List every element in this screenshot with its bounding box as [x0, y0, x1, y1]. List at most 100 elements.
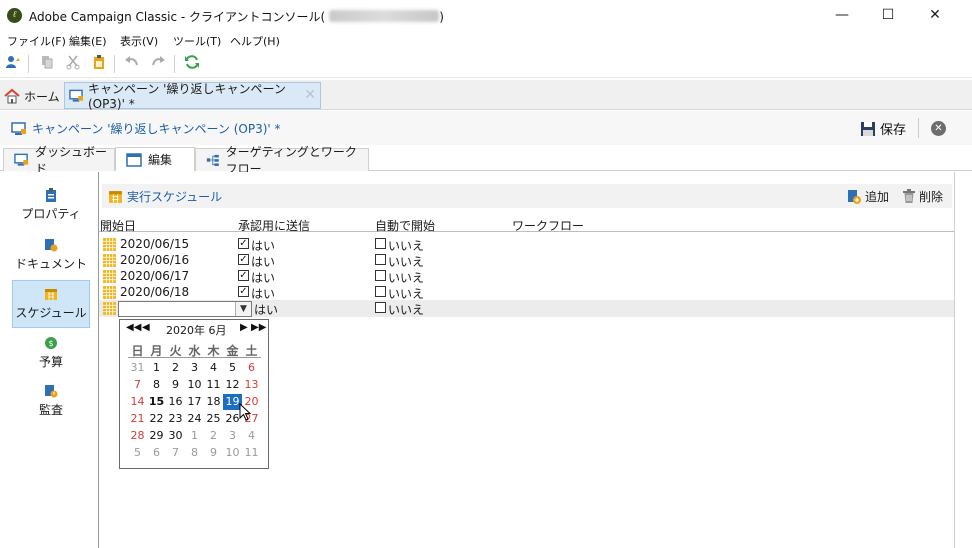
- column-approval[interactable]: 承認用に送信: [238, 217, 310, 234]
- table-row[interactable]: 2020/06/17 ✓ はい いいえ: [99, 268, 954, 285]
- cut-icon[interactable]: [63, 54, 83, 74]
- home-icon: [4, 88, 20, 104]
- audit-icon: [45, 385, 58, 398]
- connect-user-icon[interactable]: [3, 54, 23, 74]
- copy-icon[interactable]: [37, 54, 57, 74]
- calendar-day[interactable]: 13: [242, 377, 261, 393]
- calendar-day[interactable]: 22: [147, 411, 166, 427]
- mouse-pointer-icon: [239, 403, 251, 421]
- tab-dashboard[interactable]: ダッシュボード: [3, 145, 115, 176]
- table-row[interactable]: 2020/06/18 ✓ はい いいえ: [99, 284, 954, 301]
- sidebar-item-audit[interactable]: 監査: [12, 378, 90, 426]
- tab-campaign[interactable]: キャンペーン '繰り返しキャンペーン (OP3)' * ✕: [64, 82, 321, 111]
- calendar-day[interactable]: 9: [204, 445, 223, 461]
- calendar-day[interactable]: 6: [147, 445, 166, 461]
- calendar-day[interactable]: 29: [147, 428, 166, 444]
- maximize-button[interactable]: ☐: [865, 0, 911, 30]
- calendar-day[interactable]: 4: [242, 428, 261, 444]
- auto-start-checkbox[interactable]: [375, 286, 386, 297]
- date-dropdown-button[interactable]: ▼: [235, 302, 251, 316]
- tab-home[interactable]: ホーム: [4, 86, 60, 106]
- delete-button[interactable]: 削除: [902, 188, 943, 205]
- sidebar-item-documents[interactable]: ドキュメント: [12, 232, 90, 280]
- next-year-icon[interactable]: ▶▶: [251, 322, 266, 333]
- menu-help[interactable]: ヘルプ(H): [230, 33, 280, 49]
- menu-tools[interactable]: ツール(T): [173, 33, 221, 49]
- calendar-day[interactable]: 2: [166, 360, 185, 376]
- calendar-day[interactable]: 8: [185, 445, 204, 461]
- calendar-day[interactable]: 11: [204, 377, 223, 393]
- redo-icon[interactable]: [148, 54, 168, 74]
- calendar-day[interactable]: 21: [128, 411, 147, 427]
- add-icon: [848, 189, 861, 204]
- calendar-day[interactable]: 4: [204, 360, 223, 376]
- calendar-day[interactable]: 17: [185, 394, 204, 410]
- calendar-day[interactable]: 23: [166, 411, 185, 427]
- prev-month-icon[interactable]: ◀: [142, 322, 150, 333]
- menu-view[interactable]: 表示(V): [120, 33, 158, 49]
- approval-checkbox[interactable]: ✓: [238, 254, 249, 265]
- save-button[interactable]: 保存: [860, 119, 906, 138]
- calendar-day[interactable]: 1: [147, 360, 166, 376]
- sidebar-item-budget[interactable]: $ 予算: [12, 330, 90, 378]
- sidebar-item-label: ドキュメント: [14, 257, 87, 271]
- close-window-button[interactable]: ✕: [912, 0, 958, 30]
- approval-checkbox[interactable]: ✓: [238, 286, 249, 297]
- calendar-day[interactable]: 5: [128, 445, 147, 461]
- start-date-input[interactable]: ▼: [118, 301, 252, 317]
- table-row[interactable]: 2020/06/16 ✓ はい いいえ: [99, 252, 954, 269]
- approval-checkbox[interactable]: ✓: [238, 238, 249, 249]
- close-form-icon[interactable]: ✕: [931, 121, 946, 136]
- calendar-day[interactable]: 12: [223, 377, 242, 393]
- column-workflow[interactable]: ワークフロー: [512, 217, 584, 234]
- auto-start-checkbox[interactable]: [375, 254, 386, 265]
- column-auto-start[interactable]: 自動で開始: [375, 217, 435, 234]
- calendar-day[interactable]: 3: [185, 360, 204, 376]
- calendar-day[interactable]: 10: [185, 377, 204, 393]
- calendar-day[interactable]: 8: [147, 377, 166, 393]
- coin-icon: $: [45, 337, 57, 349]
- calendar-day[interactable]: 16: [166, 394, 185, 410]
- auto-start-checkbox[interactable]: [375, 238, 386, 249]
- calendar-day[interactable]: 30: [166, 428, 185, 444]
- calendar-day[interactable]: 7: [128, 377, 147, 393]
- calendar-day[interactable]: 15: [147, 394, 166, 410]
- calendar-day[interactable]: 24: [185, 411, 204, 427]
- auto-start-checkbox[interactable]: [375, 302, 386, 313]
- calendar-day[interactable]: 25: [204, 411, 223, 427]
- calendar-day[interactable]: 3: [223, 428, 242, 444]
- calendar-day[interactable]: 5: [223, 360, 242, 376]
- tab-edit[interactable]: 編集: [115, 147, 195, 171]
- calendar-day[interactable]: 1: [185, 428, 204, 444]
- calendar-day[interactable]: 11: [242, 445, 261, 461]
- tab-targeting-workflow[interactable]: ターゲティングとワークフロー: [195, 145, 369, 176]
- sidebar-item-label: プロパティ: [21, 207, 81, 221]
- calendar-day[interactable]: 14: [128, 394, 147, 410]
- sidebar-item-schedule[interactable]: スケジュール: [12, 280, 90, 328]
- close-tab-icon[interactable]: ✕: [304, 87, 316, 103]
- sidebar-item-properties[interactable]: プロパティ: [12, 182, 90, 230]
- calendar-day[interactable]: 9: [166, 377, 185, 393]
- undo-icon[interactable]: [122, 54, 142, 74]
- minimize-button[interactable]: —: [819, 0, 865, 30]
- calendar-day[interactable]: 6: [242, 360, 261, 376]
- column-start-date[interactable]: 開始日: [100, 217, 136, 234]
- table-row-editing[interactable]: ▼ はい いいえ: [99, 300, 954, 317]
- menu-edit[interactable]: 編集(E): [69, 33, 107, 49]
- approval-checkbox[interactable]: ✓: [238, 270, 249, 281]
- calendar-day[interactable]: 7: [166, 445, 185, 461]
- add-button[interactable]: 追加: [846, 188, 889, 205]
- calendar-day[interactable]: 28: [128, 428, 147, 444]
- redacted-user: [329, 10, 440, 22]
- refresh-icon[interactable]: [182, 54, 202, 74]
- next-month-icon[interactable]: ▶: [240, 322, 248, 333]
- calendar-day[interactable]: 31: [128, 360, 147, 376]
- auto-start-checkbox[interactable]: [375, 270, 386, 281]
- table-row[interactable]: 2020/06/15 ✓ はい いいえ: [99, 236, 954, 253]
- calendar-day[interactable]: 18: [204, 394, 223, 410]
- calendar-day[interactable]: 2: [204, 428, 223, 444]
- paste-icon[interactable]: [89, 54, 109, 74]
- prev-year-icon[interactable]: ◀◀: [126, 322, 141, 333]
- menu-file[interactable]: ファイル(F): [7, 33, 66, 49]
- calendar-day[interactable]: 10: [223, 445, 242, 461]
